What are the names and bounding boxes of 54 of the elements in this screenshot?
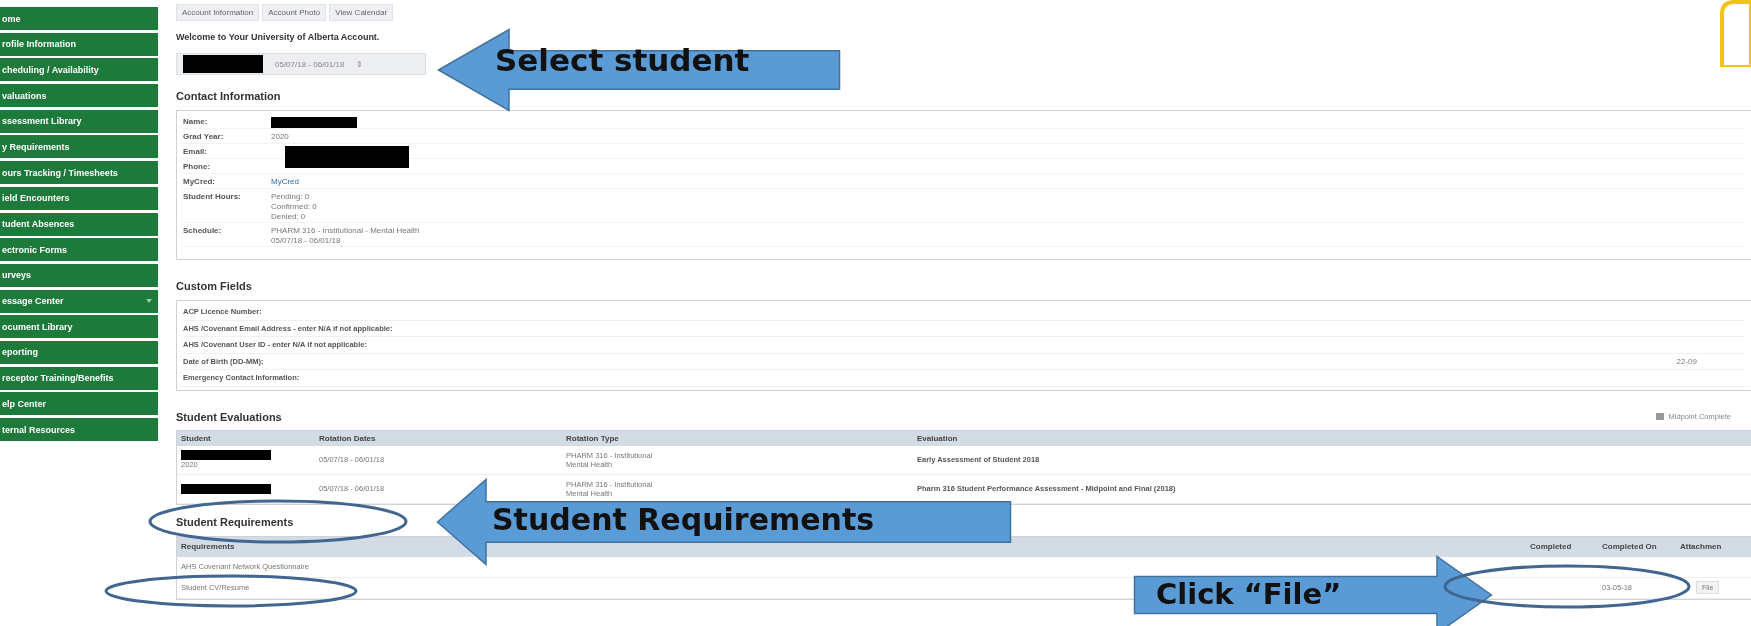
column-header: Attachmen <box>1680 542 1723 551</box>
sidebar-item[interactable]: cheduling / Availability <box>0 58 158 82</box>
account-tab[interactable]: Account Photo <box>262 4 327 21</box>
sidebar-item[interactable]: urveys <box>0 263 158 287</box>
contact-value: PHARM 316 - Institutional - Mental Health <box>271 226 420 236</box>
callout-text: Click “File” <box>1156 580 1342 609</box>
field-label: Email: <box>183 147 208 156</box>
sidebar-item[interactable]: ssessment Library <box>0 109 158 133</box>
sidebar-item[interactable]: elp Center <box>0 392 158 416</box>
contact-value: Denied: 0 <box>271 212 307 222</box>
field-label: Schedule: <box>183 226 223 235</box>
sidebar-item[interactable]: eporting <box>0 340 158 364</box>
column-header: Evaluation <box>917 433 959 443</box>
contact-value: Confirmed: 0 <box>271 202 317 212</box>
section-title: Student Evaluations <box>176 410 282 423</box>
column-header: Rotation Dates <box>319 433 377 443</box>
field-value: 22-09 <box>1676 356 1697 366</box>
contact-value: 05/07/18 - 06/01/18 <box>271 236 342 246</box>
account-tab[interactable]: View Calendar <box>329 4 394 21</box>
account-tab[interactable]: Account Information <box>176 4 260 21</box>
field-label: Phone: <box>183 162 212 171</box>
callout-text: Student Requirements <box>492 505 875 535</box>
mycred-link[interactable]: MyCred <box>271 177 299 186</box>
sidebar-item[interactable]: ocument Library <box>0 315 158 339</box>
column-header: Student <box>181 433 212 443</box>
sidebar-item[interactable]: ternal Resources <box>0 418 158 441</box>
sidebar-item[interactable]: ield Encounters <box>0 186 158 210</box>
sidebar-item[interactable]: y Requirements <box>0 135 158 159</box>
contact-value: Pending: 0 <box>271 192 311 202</box>
sidebar-item[interactable]: ectronic Forms <box>0 238 158 262</box>
field-label: Name: <box>183 117 209 126</box>
sidebar-item[interactable]: rofile Information <box>0 32 158 56</box>
student-select[interactable]: 05/07/18 - 06/01/18 ⇕ <box>176 53 426 75</box>
section-title: Student Requirements <box>176 515 294 528</box>
sidebar-item[interactable]: ours Tracking / Timesheets <box>0 161 158 185</box>
field-label: MyCred: <box>183 177 216 186</box>
welcome-text: Welcome to Your University of Alberta Account. <box>176 32 381 42</box>
section-title: Contact Information <box>176 90 281 102</box>
column-header: Completed On <box>1602 542 1658 551</box>
column-header: Rotation Type <box>566 433 620 443</box>
column-header: Requirements <box>181 542 236 551</box>
field-label: Grad Year: <box>183 132 225 141</box>
section-title: Custom Fields <box>176 280 252 292</box>
sidebar-item[interactable]: essage Center <box>0 289 158 313</box>
sidebar-item[interactable]: ome <box>0 7 158 30</box>
sidebar-item[interactable]: receptor Training/Benefits <box>0 366 158 390</box>
sidebar-item[interactable]: valuations <box>0 84 158 108</box>
column-header: Completed <box>1530 542 1573 551</box>
sidebar-item[interactable]: tudent Absences <box>0 212 158 236</box>
field-label: Student Hours: <box>183 192 242 201</box>
chevron-icon <box>146 299 152 304</box>
contact-value: 2020 <box>271 132 289 142</box>
callout-text: Select student <box>495 45 750 76</box>
legend-icon <box>1656 413 1665 420</box>
